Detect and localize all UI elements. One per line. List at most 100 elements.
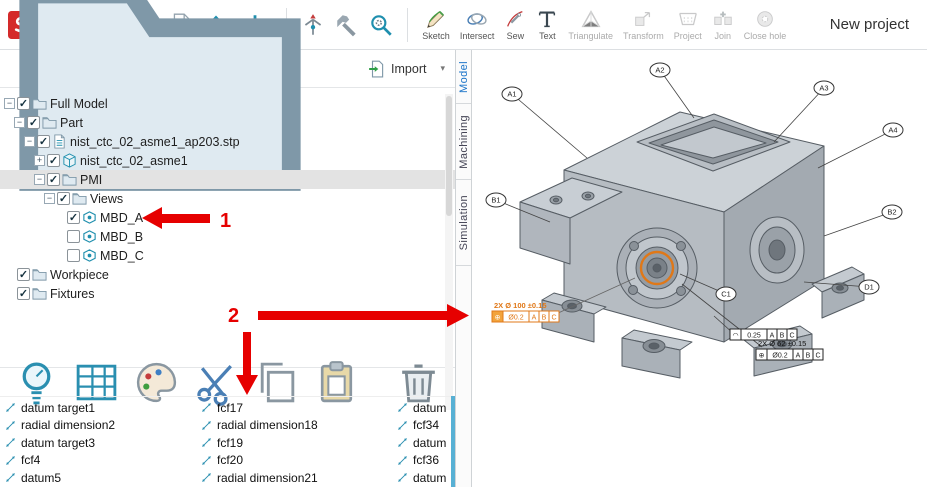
svg-text:A2: A2 — [655, 66, 664, 75]
pmi-item-label: radial dimension18 — [217, 418, 318, 432]
pmi-item[interactable]: datum5 — [0, 469, 196, 487]
build-tool-button[interactable] — [332, 10, 362, 40]
visibility-checkbox[interactable]: ✓ — [17, 268, 30, 281]
collapse-toggle[interactable]: − — [4, 98, 15, 109]
text-button[interactable]: Text — [533, 6, 561, 43]
collapse-toggle[interactable]: − — [34, 174, 45, 185]
3d-viewport[interactable]: A1A2A3A4B1B2C1D12X Ø 100 ±0.15⊕Ø0.2ABC2X… — [472, 50, 927, 487]
tree-item-mbd-b[interactable]: MBD_B — [0, 227, 455, 246]
close-hole-icon — [754, 8, 776, 30]
collapse-toggle[interactable]: − — [24, 136, 35, 147]
tree-item-mbd-c[interactable]: MBD_C — [0, 246, 455, 265]
expander-spacer — [54, 231, 65, 242]
pmi-item-label: datum5 — [21, 471, 61, 485]
pmi-item[interactable]: radial dimension18 — [196, 417, 392, 435]
project-icon — [677, 8, 699, 30]
transform-button[interactable]: Transform — [620, 6, 667, 43]
pmi-item[interactable]: datum target3 — [0, 434, 196, 452]
dimension-icon — [396, 454, 409, 467]
collapse-toggle[interactable]: − — [14, 117, 25, 128]
visibility-checkbox[interactable]: ✓ — [47, 154, 60, 167]
pmi-item[interactable]: radial dimension21 — [196, 469, 392, 487]
pmi-item[interactable]: fcf36 — [392, 452, 455, 470]
import-bar: Import ▾ — [0, 50, 455, 88]
pmi-balloon-B2[interactable]: B2 — [824, 205, 902, 236]
tree-item-mbd-a[interactable]: ✓ MBD_A — [0, 208, 455, 227]
pmi-column: fcf17radial dimension18 fcf19 fcf20radial … — [196, 399, 392, 487]
visibility-checkbox[interactable]: ✓ — [57, 192, 70, 205]
folder-icon — [32, 267, 47, 282]
pmi-item[interactable]: fcf19 — [196, 434, 392, 452]
visibility-checkbox[interactable] — [67, 230, 80, 243]
visibility-checkbox[interactable]: ✓ — [17, 287, 30, 300]
model-3d-view[interactable]: A1A2A3A4B1B2C1D12X Ø 100 ±0.15⊕Ø0.2ABC2X… — [472, 50, 927, 487]
pmi-balloon-A4[interactable]: A4 — [818, 123, 903, 168]
tree-item-label: Views — [90, 192, 123, 206]
pmi-balloon-A2[interactable]: A2 — [650, 63, 694, 118]
pmi-balloon-A1[interactable]: A1 — [502, 87, 587, 158]
dimension-icon — [200, 454, 213, 467]
pmi-item-label: fcf19 — [217, 436, 243, 450]
pmi-item[interactable]: datum target1 — [0, 399, 196, 417]
visibility-checkbox[interactable]: ✓ — [67, 211, 80, 224]
tree-item-workpiece[interactable]: ✓Workpiece — [0, 265, 455, 284]
pmi-list-scrollbar[interactable] — [451, 396, 455, 487]
pmi-item-label: fcf36 — [413, 453, 439, 467]
pmi-item[interactable]: fcf20 — [196, 452, 392, 470]
collapse-toggle[interactable]: − — [44, 193, 55, 204]
visibility-checkbox[interactable]: ✓ — [17, 97, 30, 110]
tree-item-full-model[interactable]: −✓ Full Model — [0, 94, 455, 113]
join-button[interactable]: Join — [709, 6, 737, 43]
import-button[interactable]: Import — [368, 60, 426, 78]
tree-scrollbar[interactable] — [445, 94, 453, 410]
tree-item-part[interactable]: −✓Part — [0, 113, 455, 132]
import-dropdown-caret-icon[interactable]: ▾ — [440, 63, 445, 74]
tree-item-label: MBD_A — [100, 211, 143, 225]
project-button[interactable]: Project — [671, 6, 705, 43]
svg-text:C: C — [789, 332, 794, 339]
tree-item-nist-ctc-02-asme1-ap203-stp[interactable]: −✓ nist_ctc_02_asme1_ap203.stp — [0, 132, 455, 151]
pmi-item-label: datum — [413, 471, 446, 485]
tool-label: Close hole — [744, 31, 787, 41]
search-icon — [368, 12, 394, 38]
expand-toggle[interactable]: + — [34, 155, 45, 166]
tab-machining[interactable]: Machining — [458, 115, 470, 169]
pmi-item[interactable]: radial dimension2 — [0, 417, 196, 435]
visibility-checkbox[interactable] — [67, 249, 80, 262]
svg-text:A: A — [532, 314, 537, 321]
visibility-checkbox[interactable]: ✓ — [37, 135, 50, 148]
triangulate-button[interactable]: Triangulate — [565, 6, 616, 43]
new-project-label[interactable]: New project — [830, 16, 909, 33]
pmi-balloon-A3[interactable]: A3 — [774, 81, 834, 142]
model-tools-group: SketchIntersectSewTextTriangulate Transfo… — [419, 6, 789, 43]
scrollbar-thumb[interactable] — [446, 96, 452, 216]
tree-item-fixtures[interactable]: ✓Fixtures — [0, 284, 455, 303]
pmi-item[interactable]: datum — [392, 469, 455, 487]
close-hole-button[interactable]: Close hole — [741, 6, 790, 43]
pmi-item[interactable]: datum — [392, 434, 455, 452]
pmi-item[interactable]: fcf4 — [0, 452, 196, 470]
pmi-item[interactable]: datum — [392, 399, 455, 417]
sketch-button[interactable]: Sketch — [419, 6, 453, 43]
tree-item-views[interactable]: −✓ Views — [0, 189, 455, 208]
intersect-button[interactable]: Intersect — [457, 6, 498, 43]
tool-label: Transform — [623, 31, 664, 41]
view-icon — [82, 248, 97, 263]
tab-model[interactable]: Model — [458, 61, 470, 93]
search-button[interactable] — [366, 10, 396, 40]
visibility-checkbox[interactable]: ✓ — [27, 116, 40, 129]
tree-item-label: nist_ctc_02_asme1_ap203.stp — [70, 135, 240, 149]
dimension-icon — [4, 454, 17, 467]
tab-simulation[interactable]: Simulation — [458, 195, 470, 250]
sew-button[interactable]: Sew — [501, 6, 529, 43]
pmi-item[interactable]: fcf34 — [392, 417, 455, 435]
visibility-checkbox[interactable]: ✓ — [47, 173, 60, 186]
svg-text:A: A — [796, 352, 801, 359]
import-file-icon — [368, 60, 386, 78]
tree-item-label: Full Model — [50, 97, 108, 111]
tree-item-pmi[interactable]: −✓PMI — [0, 170, 455, 189]
workspace-tabstrip: Model Machining Simulation — [455, 50, 472, 487]
svg-text:⊕: ⊕ — [759, 352, 765, 359]
tree-item-nist-ctc-02-asme1[interactable]: +✓nist_ctc_02_asme1 — [0, 151, 455, 170]
pmi-item[interactable]: fcf17 — [196, 399, 392, 417]
